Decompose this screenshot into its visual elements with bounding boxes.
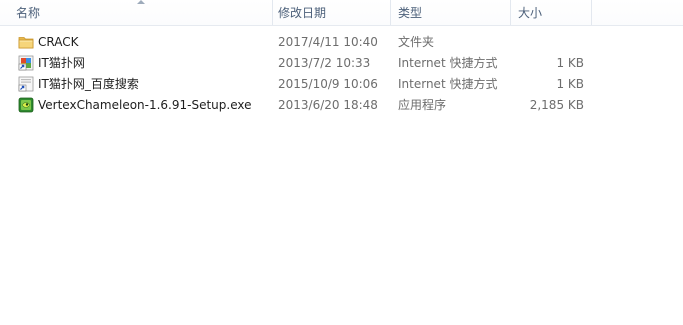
installer-icon <box>18 97 34 113</box>
file-type: Internet 快捷方式 <box>398 77 498 91</box>
column-header-type[interactable]: 类型 <box>392 0 510 25</box>
internet-shortcut-icon <box>18 76 34 92</box>
column-header-bar: 名称 修改日期 类型 大小 <box>0 0 683 26</box>
file-name: CRACK <box>38 35 79 49</box>
file-name: VertexChameleon-1.6.91-Setup.exe <box>38 98 252 112</box>
column-header-size[interactable]: 大小 <box>512 0 592 25</box>
column-header-size-label: 大小 <box>518 6 543 20</box>
file-row-vertexchameleon[interactable]: VertexChameleon-1.6.91-Setup.exe 2013/6/… <box>14 95 590 116</box>
column-header-date-label: 修改日期 <box>278 6 327 20</box>
file-list-view: 名称 修改日期 类型 大小 CRACK 2017/4/11 10:40 文件夹 <box>0 0 683 325</box>
file-type: 文件夹 <box>398 35 435 49</box>
file-date: 2015/10/9 10:06 <box>278 77 378 91</box>
file-name: IT猫扑网_百度搜索 <box>38 77 139 91</box>
file-date: 2013/6/20 18:48 <box>278 98 378 112</box>
column-divider[interactable] <box>510 0 511 25</box>
file-row-itmop-baidu[interactable]: IT猫扑网_百度搜索 2015/10/9 10:06 Internet 快捷方式… <box>14 74 590 95</box>
file-size: 1 KB <box>556 56 584 70</box>
column-header-date[interactable]: 修改日期 <box>272 0 390 25</box>
file-size: 1 KB <box>556 77 584 91</box>
file-date: 2013/7/2 10:33 <box>278 56 371 70</box>
file-type: 应用程序 <box>398 98 447 112</box>
file-name: IT猫扑网 <box>38 56 85 70</box>
column-divider[interactable] <box>390 0 391 25</box>
column-header-type-label: 类型 <box>398 6 423 20</box>
column-header-name-label: 名称 <box>16 6 41 20</box>
column-divider[interactable] <box>591 0 592 25</box>
file-row-crack[interactable]: CRACK 2017/4/11 10:40 文件夹 <box>14 32 590 53</box>
internet-shortcut-icon <box>18 55 34 71</box>
file-size <box>514 32 584 53</box>
file-type: Internet 快捷方式 <box>398 56 498 70</box>
file-date: 2017/4/11 10:40 <box>278 35 378 49</box>
file-row-itmop[interactable]: IT猫扑网 2013/7/2 10:33 Internet 快捷方式 1 KB <box>14 53 590 74</box>
file-size: 2,185 KB <box>529 98 584 112</box>
folder-icon <box>18 34 34 50</box>
sort-ascending-icon <box>137 0 145 4</box>
